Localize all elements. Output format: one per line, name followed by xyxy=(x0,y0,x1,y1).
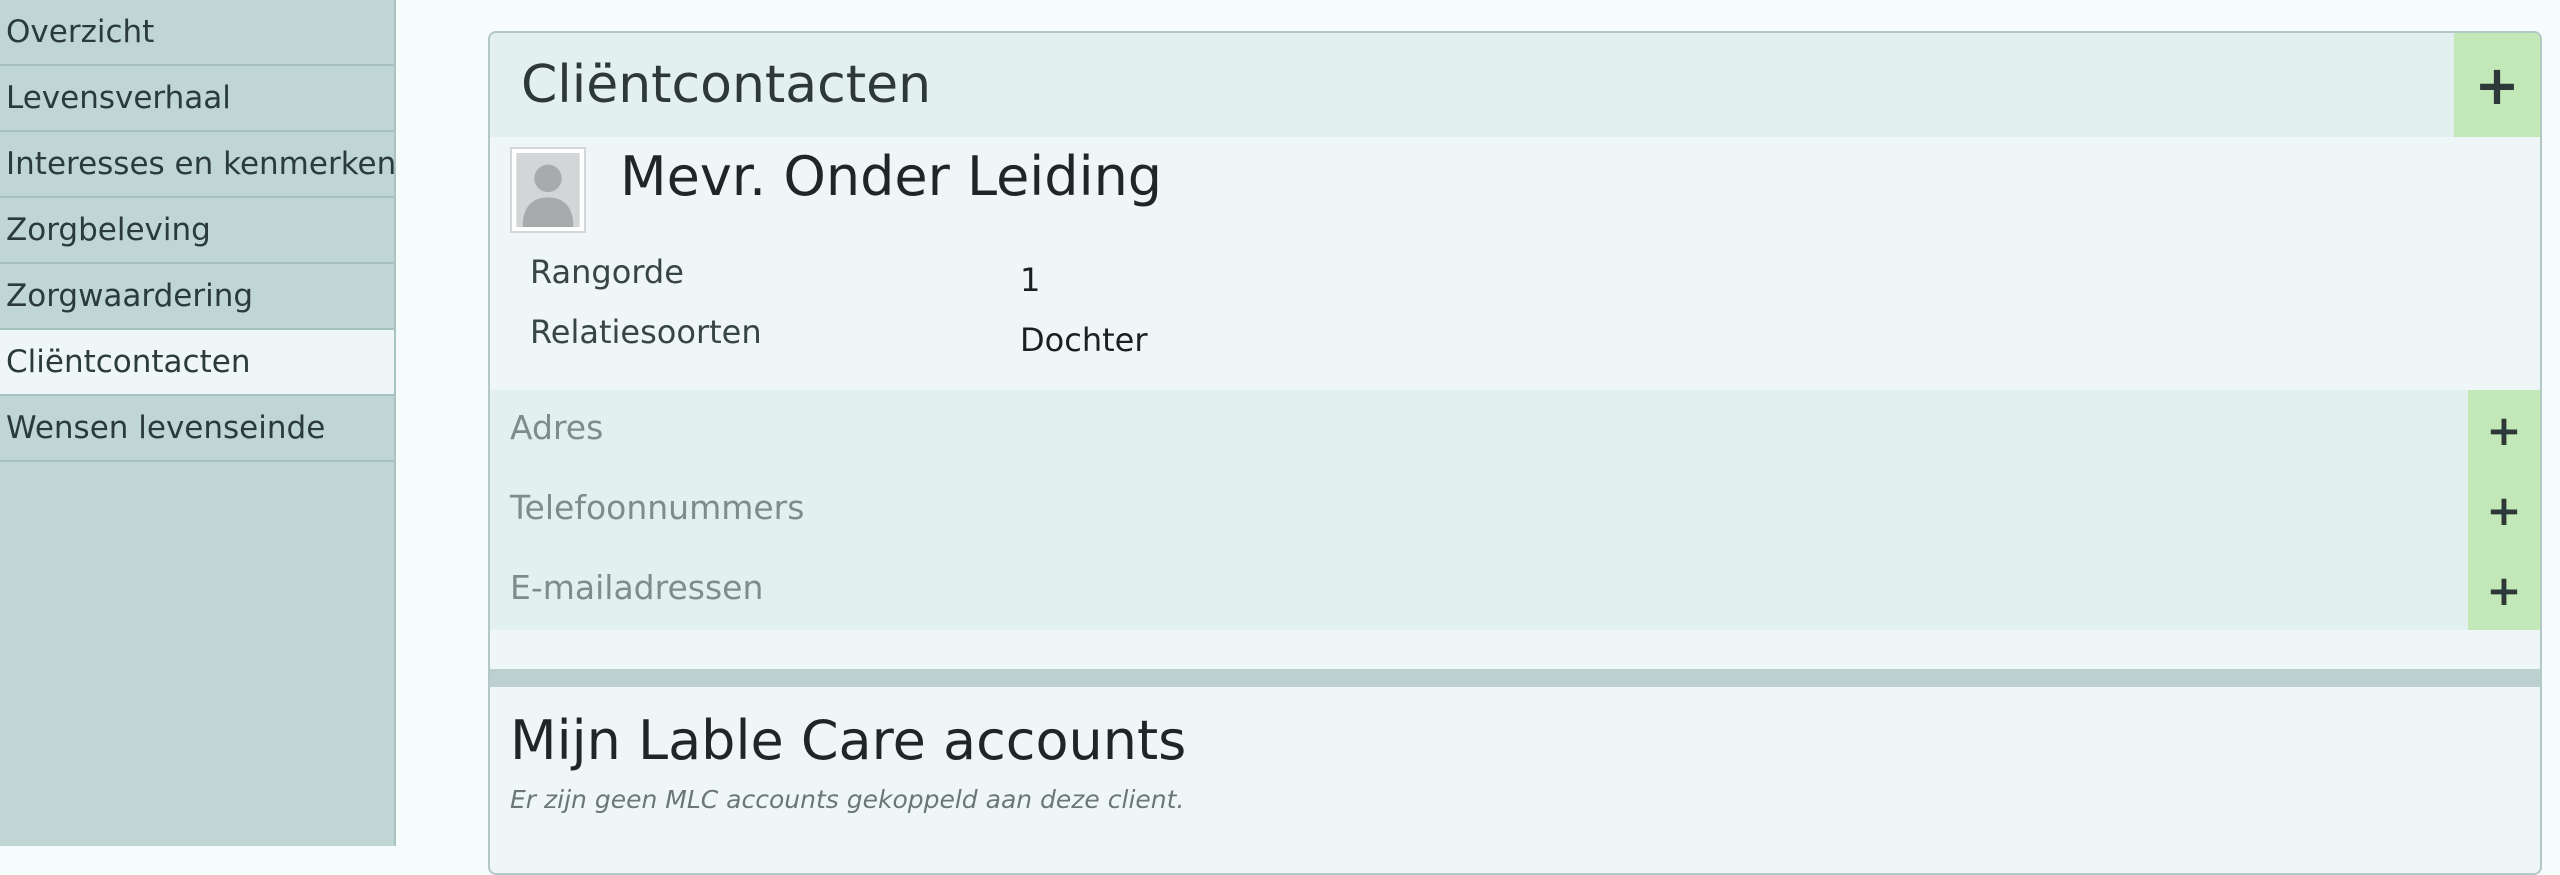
rangorde-value: 1 xyxy=(1020,261,1041,299)
add-email-button[interactable]: + xyxy=(2468,550,2540,630)
phone-label: Telefoonnummers xyxy=(510,488,805,527)
plus-icon: + xyxy=(2486,565,2522,615)
contact-name: Mevr. Onder Leiding xyxy=(620,145,1163,208)
contact-card: Mevr. Onder Leiding Rangorde 1 Relatieso… xyxy=(490,137,2540,422)
mlc-accounts-note: Er zijn geen MLC accounts gekoppeld aan … xyxy=(510,785,1185,814)
email-section: E-mailadressen + xyxy=(490,550,2540,630)
sidebar-item-zorgwaardering[interactable]: Zorgwaardering xyxy=(0,264,394,330)
plus-icon: + xyxy=(2486,485,2522,535)
sidebar-item-levensverhaal[interactable]: Levensverhaal xyxy=(0,66,394,132)
mlc-accounts-title: Mijn Lable Care accounts xyxy=(510,709,1187,772)
sidebar-item-overzicht[interactable]: Overzicht xyxy=(0,0,394,66)
rangorde-label: Rangorde xyxy=(530,253,684,291)
address-section: Adres + xyxy=(490,390,2540,470)
email-label: E-mailadressen xyxy=(510,568,764,607)
add-address-button[interactable]: + xyxy=(2468,390,2540,470)
section-divider xyxy=(490,669,2540,687)
add-contact-button[interactable]: + xyxy=(2454,33,2540,137)
sidebar-nav: Overzicht Levensverhaal Interesses en ke… xyxy=(0,0,396,846)
plus-icon: + xyxy=(2474,53,2520,117)
user-silhouette-icon xyxy=(516,153,580,227)
panel-header: Cliëntcontacten + xyxy=(490,33,2540,137)
sidebar-item-wensen-levenseinde[interactable]: Wensen levenseinde xyxy=(0,396,394,462)
plus-icon: + xyxy=(2486,405,2522,455)
sidebar-item-clientcontacten[interactable]: Cliëntcontacten xyxy=(0,330,394,396)
add-phone-button[interactable]: + xyxy=(2468,470,2540,550)
panel-title: Cliëntcontacten xyxy=(521,55,932,115)
client-contacts-panel: Cliëntcontacten + Mevr. Onder Leiding Ra… xyxy=(488,31,2542,875)
relatiesoorten-label: Relatiesoorten xyxy=(530,313,762,351)
address-label: Adres xyxy=(510,408,604,447)
sidebar-item-zorgbeleving[interactable]: Zorgbeleving xyxy=(0,198,394,264)
phone-section: Telefoonnummers + xyxy=(490,470,2540,550)
relatiesoorten-value: Dochter xyxy=(1020,321,1148,359)
sidebar-item-interesses[interactable]: Interesses en kenmerken xyxy=(0,132,394,198)
avatar xyxy=(510,147,586,233)
